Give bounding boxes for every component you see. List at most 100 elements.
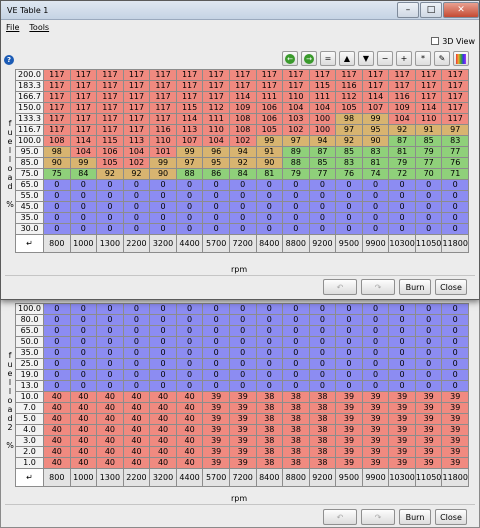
table-cell[interactable]: 98 (43, 146, 71, 158)
table-cell[interactable]: 104 (69, 146, 98, 158)
arrow-left-icon[interactable]: ← (282, 51, 298, 66)
table-cell[interactable]: 0 (255, 303, 284, 315)
table-cell[interactable]: 40 (43, 457, 71, 469)
table-cell[interactable]: 110 (202, 124, 230, 136)
load-axis-cell[interactable]: 80.0 (15, 314, 44, 326)
table-cell[interactable]: 39 (228, 424, 257, 436)
table-cell[interactable]: 95 (202, 157, 230, 169)
load-axis-cell[interactable]: 25.0 (15, 358, 44, 370)
table-cell[interactable]: 117 (96, 80, 124, 92)
table-cell[interactable]: 0 (441, 369, 469, 381)
table-cell[interactable]: 39 (388, 457, 416, 469)
table-cell[interactable]: 111 (308, 91, 337, 103)
table-cell[interactable]: 0 (69, 358, 98, 370)
table-cell[interactable]: 0 (308, 380, 337, 392)
load-axis-cell[interactable]: 200.0 (15, 69, 44, 81)
table-cell[interactable]: 92 (335, 135, 363, 147)
table-cell[interactable]: 111 (202, 113, 230, 125)
rpm-axis-cell[interactable]: 11050 (414, 468, 443, 487)
table-cell[interactable]: 40 (122, 391, 151, 403)
table-cell[interactable]: 40 (175, 391, 204, 403)
table-cell[interactable]: 40 (69, 424, 98, 436)
load-axis-cell[interactable]: 2.0 (15, 446, 44, 458)
redo-button[interactable]: ↷ (361, 279, 395, 295)
table-cell[interactable]: 40 (149, 457, 177, 469)
table-cell[interactable]: 0 (414, 325, 443, 337)
table-cell[interactable]: 39 (414, 391, 443, 403)
table-cell[interactable]: 117 (69, 69, 98, 81)
table-cell[interactable]: 0 (43, 358, 71, 370)
table-cell[interactable]: 0 (228, 303, 257, 315)
rpm-axis-cell[interactable]: 4400 (175, 234, 204, 253)
table-cell[interactable]: 39 (335, 413, 363, 425)
table-cell[interactable]: 0 (69, 223, 98, 235)
table-cell[interactable]: 0 (255, 201, 284, 213)
table-cell[interactable]: 84 (228, 168, 257, 180)
table-cell[interactable]: 0 (69, 212, 98, 224)
table-cell[interactable]: 39 (361, 402, 390, 414)
table-cell[interactable]: 0 (441, 190, 469, 202)
table-cell[interactable]: 92 (96, 168, 124, 180)
rpm-axis-cell[interactable]: 9200 (308, 234, 337, 253)
table-cell[interactable]: 0 (308, 212, 337, 224)
table-cell[interactable]: 0 (335, 201, 363, 213)
table-cell[interactable]: 70 (414, 168, 443, 180)
table-cell[interactable]: 0 (122, 325, 151, 337)
table-cell[interactable]: 0 (361, 347, 390, 359)
table-cell[interactable]: 0 (282, 201, 310, 213)
table-cell[interactable]: 106 (255, 102, 284, 114)
table-cell[interactable]: 100 (308, 124, 337, 136)
table-cell[interactable]: 117 (96, 102, 124, 114)
table-cell[interactable]: 38 (308, 446, 337, 458)
table-cell[interactable]: 0 (202, 347, 230, 359)
table-cell[interactable]: 117 (149, 91, 177, 103)
table-cell[interactable]: 0 (255, 325, 284, 337)
table-cell[interactable]: 117 (255, 69, 284, 81)
table-cell[interactable]: 117 (149, 80, 177, 92)
table-cell[interactable]: 0 (96, 179, 124, 191)
table-cell[interactable]: 0 (361, 190, 390, 202)
table-cell[interactable]: 38 (255, 413, 284, 425)
table-cell[interactable]: 105 (96, 157, 124, 169)
table-cell[interactable]: 0 (175, 358, 204, 370)
table-cell[interactable]: 117 (122, 102, 151, 114)
table-cell[interactable]: 39 (388, 402, 416, 414)
table-cell[interactable]: 40 (175, 435, 204, 447)
table-cell[interactable]: 0 (202, 358, 230, 370)
table-cell[interactable]: 0 (96, 336, 124, 348)
table-cell[interactable]: 39 (228, 391, 257, 403)
table-cell[interactable]: 0 (388, 223, 416, 235)
table-cell[interactable]: 86 (202, 168, 230, 180)
table-cell[interactable]: 117 (69, 102, 98, 114)
table-cell[interactable]: 117 (96, 91, 124, 103)
table-cell[interactable]: 40 (69, 413, 98, 425)
minimize-button[interactable]: – (397, 1, 419, 18)
table-cell[interactable]: 0 (149, 190, 177, 202)
load-axis-cell[interactable]: 3.0 (15, 435, 44, 447)
table-cell[interactable]: 114 (228, 91, 257, 103)
table-cell[interactable]: 76 (441, 157, 469, 169)
table-cell[interactable]: 39 (361, 457, 390, 469)
table-cell[interactable]: 39 (202, 446, 230, 458)
table-cell[interactable]: 38 (308, 391, 337, 403)
table-cell[interactable]: 0 (282, 223, 310, 235)
table-cell[interactable]: 0 (335, 212, 363, 224)
table-cell[interactable]: 117 (122, 69, 151, 81)
table-cell[interactable]: 0 (361, 303, 390, 315)
table-cell[interactable]: 40 (69, 391, 98, 403)
table-cell[interactable]: 0 (122, 303, 151, 315)
table-cell[interactable]: 39 (361, 435, 390, 447)
load-axis-cell[interactable]: 45.0 (15, 201, 44, 213)
table-cell[interactable]: 117 (414, 80, 443, 92)
rpm-axis-cell[interactable]: 8400 (255, 468, 284, 487)
table-cell[interactable]: 0 (122, 212, 151, 224)
table-cell[interactable]: 0 (414, 336, 443, 348)
table-cell[interactable]: 39 (335, 435, 363, 447)
table-cell[interactable]: 38 (308, 413, 337, 425)
table-cell[interactable]: 0 (202, 190, 230, 202)
table-cell[interactable]: 0 (202, 179, 230, 191)
table-cell[interactable]: 0 (441, 347, 469, 359)
table-cell[interactable]: 0 (202, 336, 230, 348)
table-cell[interactable]: 0 (149, 325, 177, 337)
table-cell[interactable]: 0 (228, 223, 257, 235)
